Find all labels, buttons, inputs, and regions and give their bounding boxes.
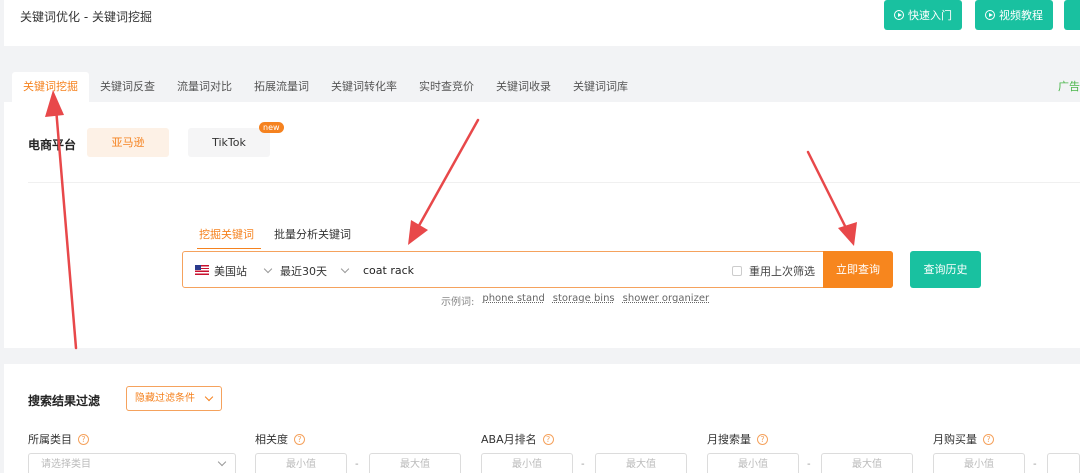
annotation-arrow xyxy=(806,150,850,234)
annotation-arrowhead xyxy=(838,222,857,246)
annotation-arrows xyxy=(45,90,857,350)
annotation-arrow xyxy=(414,118,480,233)
annotation-arrowhead xyxy=(45,90,64,117)
annotation-arrow xyxy=(54,106,78,350)
annotation-arrowhead xyxy=(408,220,428,245)
